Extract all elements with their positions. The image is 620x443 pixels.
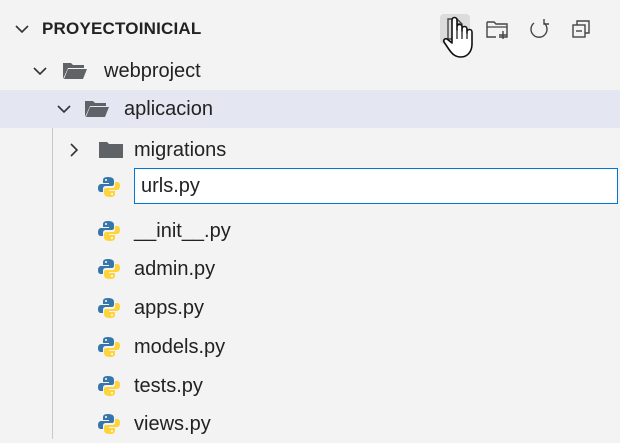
- folder-label: aplicacion: [124, 97, 213, 120]
- collapse-all-button[interactable]: [566, 14, 596, 44]
- explorer-header: PROYECTOINICIAL: [0, 0, 620, 58]
- tree-item-file[interactable]: admin.py: [0, 250, 620, 288]
- file-label: views.py: [134, 412, 211, 435]
- python-file-icon: [98, 177, 120, 197]
- folder-closed-icon: [99, 142, 123, 158]
- python-file-icon: [98, 414, 120, 434]
- python-file-icon: [98, 221, 120, 241]
- folder-open-icon: [85, 101, 109, 117]
- tree-item-file[interactable]: __init__.py: [0, 212, 620, 250]
- tree-item-file[interactable]: apps.py: [0, 289, 620, 327]
- new-folder-button[interactable]: [482, 14, 512, 44]
- tree-item-webproject[interactable]: webproject: [0, 52, 620, 90]
- file-label: models.py: [134, 335, 226, 358]
- tree-item-file[interactable]: tests.py: [0, 367, 620, 405]
- folder-label: webproject: [104, 59, 201, 82]
- new-folder-icon: [486, 21, 508, 39]
- folder-open-icon: [63, 63, 87, 79]
- chevron-down-icon[interactable]: [32, 63, 48, 79]
- refresh-icon: [530, 19, 549, 38]
- chevron-down-icon[interactable]: [56, 101, 72, 117]
- file-label: apps.py: [134, 296, 205, 319]
- python-file-icon: [98, 298, 120, 318]
- rename-input[interactable]: [134, 168, 618, 204]
- python-file-icon: [98, 259, 120, 279]
- collapse-all-icon: [572, 20, 590, 38]
- folder-label: migrations: [134, 138, 227, 161]
- file-label: __init__.py: [134, 219, 231, 242]
- file-label: tests.py: [134, 374, 203, 397]
- file-label: admin.py: [134, 257, 216, 280]
- tree-item-aplicacion[interactable]: aplicacion: [0, 90, 620, 128]
- python-file-icon: [98, 376, 120, 396]
- python-file-icon: [98, 337, 120, 357]
- explorer-title[interactable]: PROYECTOINICIAL: [42, 19, 201, 39]
- tree-item-file[interactable]: views.py: [0, 405, 620, 443]
- tree-item-migrations[interactable]: migrations: [0, 131, 620, 169]
- refresh-button[interactable]: [524, 14, 554, 44]
- chevron-down-icon[interactable]: [14, 21, 30, 37]
- chevron-right-icon[interactable]: [66, 142, 82, 158]
- tree-item-file[interactable]: models.py: [0, 328, 620, 366]
